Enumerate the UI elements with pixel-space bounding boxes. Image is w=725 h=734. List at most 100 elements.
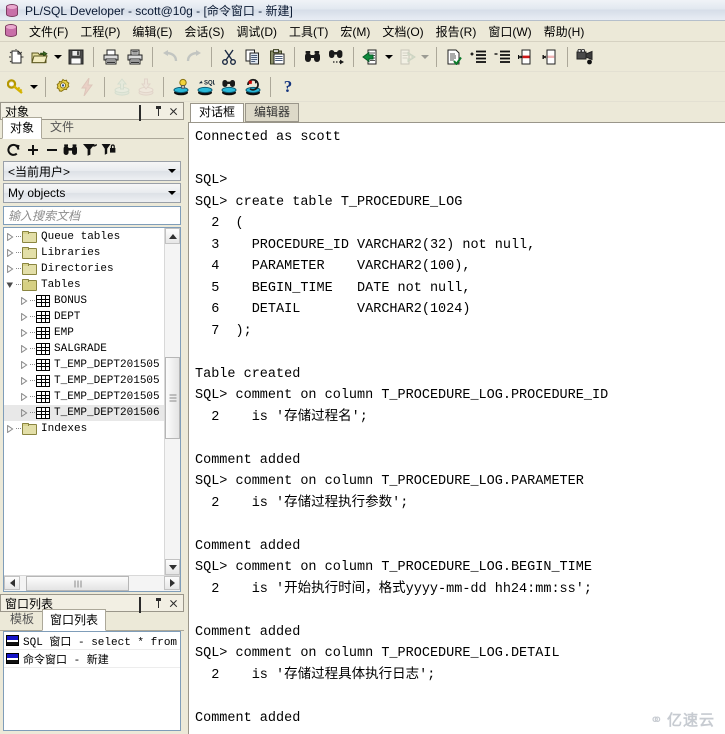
chevron-right-icon[interactable] <box>18 373 29 389</box>
user-combo[interactable]: <当前用户> <box>3 161 181 181</box>
sql-window-icon[interactable]: SQL <box>193 75 217 99</box>
menu-file[interactable]: 文件(F) <box>23 21 74 42</box>
menu-window[interactable]: 窗口(W) <box>482 21 537 42</box>
scroll-right-button[interactable] <box>164 576 180 590</box>
chevron-right-icon[interactable] <box>4 245 15 261</box>
menu-tools[interactable]: 工具(T) <box>283 21 334 42</box>
tree-node[interactable]: Libraries <box>4 245 164 261</box>
tab-window-list[interactable]: 窗口列表 <box>42 609 107 631</box>
tree-node[interactable]: Queue tables <box>4 229 164 245</box>
tab-editor[interactable]: 编辑器 <box>245 103 300 122</box>
chevron-right-icon[interactable] <box>18 293 29 309</box>
key-dropdown-arrow[interactable] <box>28 75 40 99</box>
menu-debug[interactable]: 调试(D) <box>230 21 283 42</box>
object-tree-vertical-scrollbar[interactable] <box>164 228 180 575</box>
scroll-up-button[interactable] <box>165 228 180 244</box>
scroll-thumb-h[interactable] <box>25 576 130 591</box>
find-next-icon[interactable] <box>324 45 348 69</box>
tab-objects[interactable]: 对象 <box>2 117 43 139</box>
tree-node[interactable]: Directories <box>4 261 164 277</box>
binoculars-icon[interactable] <box>62 141 79 158</box>
object-tree-horizontal-scrollbar[interactable] <box>4 575 180 591</box>
collapse-icon[interactable] <box>43 141 60 158</box>
menu-edit[interactable]: 编辑(E) <box>126 21 178 42</box>
chevron-right-icon[interactable] <box>18 325 29 341</box>
paste-icon[interactable] <box>265 45 289 69</box>
cut-icon[interactable] <box>217 45 241 69</box>
open-dropdown-arrow[interactable] <box>52 45 64 69</box>
chevron-right-icon[interactable] <box>18 405 29 421</box>
scroll-track[interactable] <box>165 244 180 559</box>
search-input[interactable]: 输入搜索文档 <box>3 206 181 225</box>
chevron-right-icon[interactable] <box>18 389 29 405</box>
maximize-icon[interactable] <box>138 596 149 613</box>
tab-templates[interactable]: 模板 <box>2 608 42 630</box>
key-icon[interactable] <box>4 75 28 99</box>
tree-node[interactable]: DEPT <box>4 309 164 325</box>
menu-report[interactable]: 报告(R) <box>430 21 483 42</box>
list-item[interactable]: 命令窗口 - 新建 <box>4 650 180 668</box>
tab-dialog[interactable]: 对话框 <box>190 103 245 123</box>
filter-lock-icon[interactable] <box>100 141 117 158</box>
tree-node[interactable]: T_EMP_DEPT201505 <box>4 389 164 405</box>
scroll-left-button[interactable] <box>4 576 20 590</box>
expand-icon[interactable] <box>24 141 41 158</box>
tab-files[interactable]: 文件 <box>42 116 82 138</box>
print-preview-icon[interactable] <box>123 45 147 69</box>
chevron-down-icon[interactable] <box>4 277 15 293</box>
copy-icon[interactable] <box>241 45 265 69</box>
filter-icon[interactable] <box>81 141 98 158</box>
menu-project[interactable]: 工程(P) <box>74 21 126 42</box>
close-icon[interactable] <box>168 598 179 609</box>
chevron-right-icon[interactable] <box>4 421 15 437</box>
chevron-right-icon[interactable] <box>4 261 15 277</box>
gear-icon[interactable] <box>51 75 75 99</box>
comment-icon[interactable] <box>514 45 538 69</box>
chevron-right-icon[interactable] <box>18 309 29 325</box>
pin-icon[interactable] <box>153 598 164 609</box>
tree-node[interactable]: T_EMP_DEPT201506 <box>4 405 164 421</box>
check-syntax-icon[interactable] <box>442 45 466 69</box>
pin-icon[interactable] <box>153 106 164 117</box>
tree-node[interactable]: SALGRADE <box>4 341 164 357</box>
tree-node[interactable]: T_EMP_DEPT201505 <box>4 373 164 389</box>
console-output[interactable]: Connected as scott SQL> SQL> create table… <box>189 123 725 734</box>
uncomment-icon[interactable] <box>538 45 562 69</box>
list-item[interactable]: SQL 窗口 - select * from t_ <box>4 632 180 650</box>
menu-document[interactable]: 文档(O) <box>376 21 429 42</box>
menu-session[interactable]: 会话(S) <box>178 21 230 42</box>
tree-node[interactable]: EMP <box>4 325 164 341</box>
chevron-right-icon[interactable] <box>18 341 29 357</box>
import-icon[interactable] <box>359 45 383 69</box>
help-icon[interactable]: ? <box>276 75 300 99</box>
print-icon[interactable] <box>99 45 123 69</box>
find-icon[interactable] <box>300 45 324 69</box>
find-database-objects-icon[interactable] <box>217 75 241 99</box>
chevron-right-icon[interactable] <box>18 357 29 373</box>
camera-icon[interactable] <box>573 45 597 69</box>
scroll-track-h[interactable] <box>20 576 164 591</box>
session-icon[interactable] <box>241 75 265 99</box>
indent-icon[interactable] <box>466 45 490 69</box>
open-icon[interactable] <box>28 45 52 69</box>
new-icon[interactable] <box>4 45 28 69</box>
tree-node[interactable]: BONUS <box>4 293 164 309</box>
explain-plan-window-icon[interactable] <box>169 75 193 99</box>
menu-help[interactable]: 帮助(H) <box>538 21 591 42</box>
object-filter-combo[interactable]: My objects <box>3 183 181 203</box>
menu-macro[interactable]: 宏(M) <box>334 21 376 42</box>
window-title: PL/SQL Developer - scott@10g - [命令窗口 - 新… <box>25 3 293 18</box>
close-icon[interactable] <box>168 106 179 117</box>
scroll-thumb[interactable] <box>165 357 180 440</box>
scroll-down-button[interactable] <box>165 559 180 575</box>
save-icon[interactable] <box>64 45 88 69</box>
chevron-right-icon[interactable] <box>4 229 15 245</box>
maximize-icon[interactable] <box>138 104 149 121</box>
refresh-icon[interactable] <box>5 141 22 158</box>
object-tree[interactable]: Queue tables Libraries Directories Tables BO… <box>4 228 164 575</box>
outdent-icon[interactable] <box>490 45 514 69</box>
tree-node[interactable]: Tables <box>4 277 164 293</box>
import-dropdown-arrow[interactable] <box>383 45 395 69</box>
tree-node[interactable]: Indexes <box>4 421 164 437</box>
tree-node[interactable]: T_EMP_DEPT201505 <box>4 357 164 373</box>
